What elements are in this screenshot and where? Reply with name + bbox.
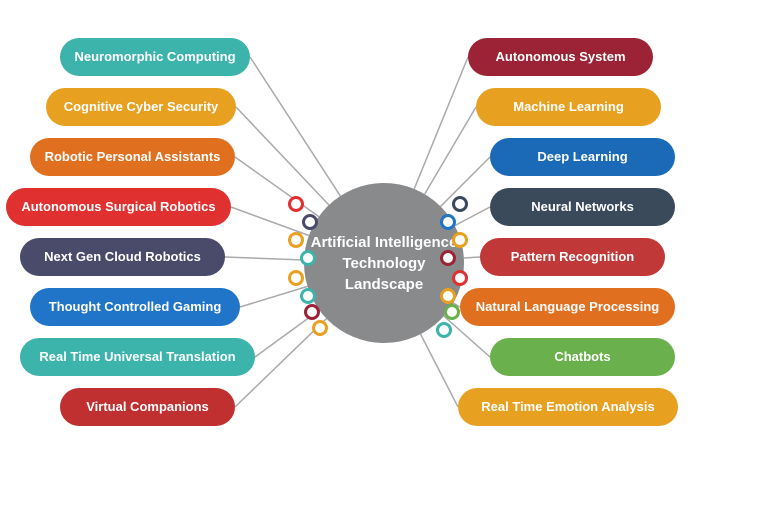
connector-dot [440, 214, 456, 230]
right-node-nn[interactable]: Neural Networks [490, 188, 675, 226]
right-node-pattern[interactable]: Pattern Recognition [480, 238, 665, 276]
left-node-companions[interactable]: Virtual Companions [60, 388, 235, 426]
connector-dot [288, 196, 304, 212]
connector-dot [302, 214, 318, 230]
left-node-translation[interactable]: Real Time Universal Translation [20, 338, 255, 376]
right-node-dl[interactable]: Deep Learning [490, 138, 675, 176]
connector-dot [444, 304, 460, 320]
connector-dot [288, 232, 304, 248]
left-node-gaming[interactable]: Thought Controlled Gaming [30, 288, 240, 326]
connector-dot [452, 232, 468, 248]
connector-dot [436, 322, 452, 338]
center-node: Artificial Intelligence Technology Lands… [304, 183, 464, 343]
mind-map-diagram: Artificial Intelligence Technology Lands… [0, 0, 768, 526]
left-node-neuromorphic[interactable]: Neuromorphic Computing [60, 38, 250, 76]
connector-dot [304, 304, 320, 320]
right-node-ml[interactable]: Machine Learning [476, 88, 661, 126]
left-node-surgical[interactable]: Autonomous Surgical Robotics [6, 188, 231, 226]
connector-dot [300, 288, 316, 304]
right-node-nlp[interactable]: Natural Language Processing [460, 288, 675, 326]
connector-dot [452, 270, 468, 286]
right-node-emotion[interactable]: Real Time Emotion Analysis [458, 388, 678, 426]
left-node-cognitive[interactable]: Cognitive Cyber Security [46, 88, 236, 126]
right-node-chatbots[interactable]: Chatbots [490, 338, 675, 376]
left-node-cloud[interactable]: Next Gen Cloud Robotics [20, 238, 225, 276]
connector-dot [452, 196, 468, 212]
right-node-autonomous[interactable]: Autonomous System [468, 38, 653, 76]
left-node-robotic[interactable]: Robotic Personal Assistants [30, 138, 235, 176]
connector-dot [440, 250, 456, 266]
connector-dot [440, 288, 456, 304]
connector-dot [300, 250, 316, 266]
connector-dot [312, 320, 328, 336]
connector-dot [288, 270, 304, 286]
